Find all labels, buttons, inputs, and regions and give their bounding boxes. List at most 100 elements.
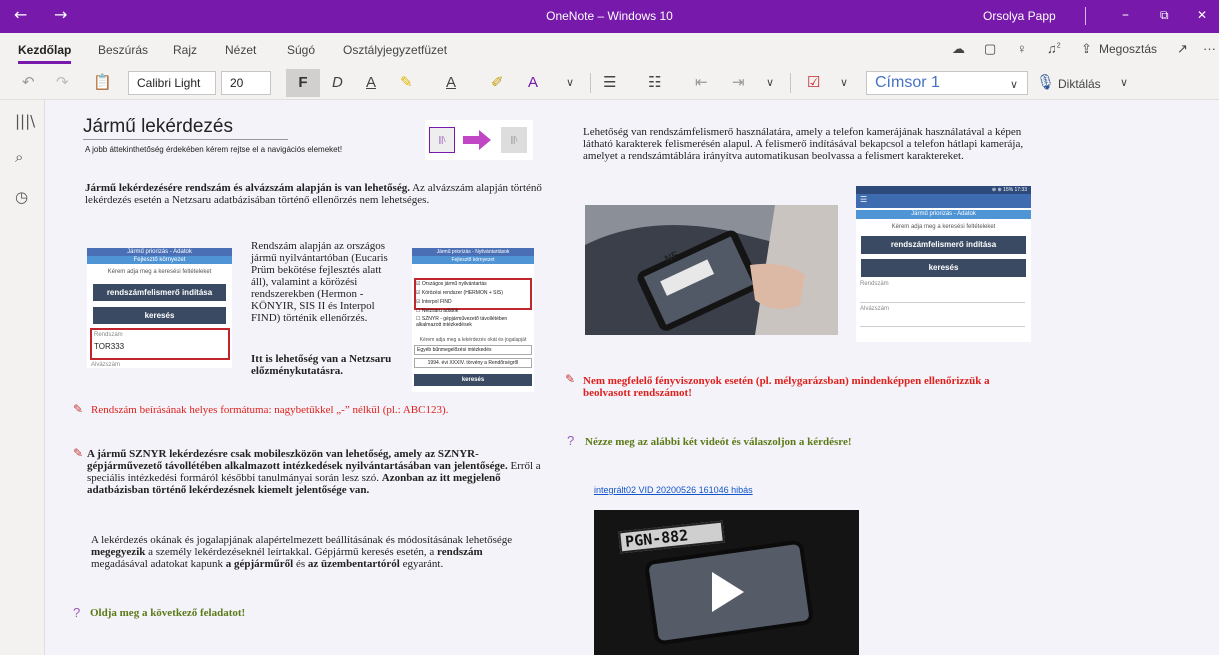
- tab-nezet[interactable]: Nézet: [225, 43, 256, 57]
- text-run: A lekérdezés okának és jogalapjának alap…: [91, 534, 513, 546]
- phone3-field-line-2: [860, 326, 1025, 327]
- phone1-subheader: Fejlesztő környezet: [87, 256, 232, 264]
- play-icon[interactable]: [704, 570, 748, 614]
- video-player[interactable]: PGN-882: [594, 510, 859, 655]
- lightbulb-icon[interactable]: ♀: [1017, 41, 1027, 56]
- redo-icon[interactable]: ↷: [56, 74, 69, 92]
- pencil-icon: ✎: [565, 372, 576, 386]
- recent-icon[interactable]: ◷: [15, 188, 28, 206]
- question-icon: ?: [73, 605, 81, 620]
- expand-icon[interactable]: ↗: [1177, 41, 1188, 57]
- more-icon[interactable]: ···: [1203, 41, 1216, 56]
- phone2-search-button: keresés: [414, 374, 532, 386]
- text-run: a személy lekérdezéseknél leírtakkal. Gé…: [145, 546, 438, 558]
- title-bar: ← → OneNote – Windows 10 Orsolya Papp – …: [0, 0, 1219, 33]
- phone2-subheader: Fejlesztő környezet: [412, 256, 534, 264]
- menu-icon: ☰: [860, 195, 868, 204]
- share-button[interactable]: Megosztás: [1099, 42, 1157, 56]
- title-separator: [1085, 7, 1086, 25]
- phone2-option: ☐ Netzsaru adatok: [416, 308, 459, 314]
- phone3-hint: Kérem adja meg a keresési feltételeket: [891, 224, 996, 230]
- restore-icon[interactable]: ⧉: [1160, 6, 1169, 24]
- phone2-select: Egyéb bűnmegelőzési intézkedés: [414, 345, 532, 355]
- sznyr-bold: A jármű SZNYR lekérdezésre csak mobilesz…: [87, 448, 508, 472]
- user-name[interactable]: Orsolya Papp: [983, 9, 1056, 23]
- phone2-header: Jármű priorizás - Nyilvántartások: [412, 248, 534, 256]
- phone2-option-label: SZNYR - gépjárművezető távollétében alka…: [416, 316, 508, 328]
- task-prompt: Oldja meg a következő feladatot!: [90, 607, 246, 619]
- phone-screenshot-1: Jármű priorizás - Adatok Fejlesztő körny…: [87, 248, 232, 368]
- page-title[interactable]: Jármű lekérdezés: [83, 116, 233, 138]
- toolbar-separator-2: [790, 73, 791, 93]
- phone2-option: ☐ SZNYR - gépjárművezető távollétében al…: [416, 316, 508, 328]
- bullet-list-icon[interactable]: ☰: [603, 74, 616, 92]
- navigation-rail: |||\ ⌕ ◷: [0, 100, 45, 655]
- tab-sugo[interactable]: Súgó: [287, 43, 315, 57]
- phone1-highlight-box: Rendszám TOR333: [90, 328, 230, 360]
- bold-button[interactable]: F: [286, 69, 320, 97]
- format-chevron-icon[interactable]: ∨: [566, 74, 574, 92]
- outdent-icon[interactable]: ⇤: [695, 74, 708, 92]
- phone2-option-label: Országos jármű nyilvántartás: [421, 281, 487, 287]
- phone3-scan-button: rendszámfelismerő indítása: [861, 236, 1026, 254]
- style-selector[interactable]: Címsor 1: [866, 71, 1028, 95]
- list-chevron-icon[interactable]: ∨: [766, 74, 774, 92]
- phone2-option-label: Netzsaru adatok: [421, 308, 459, 314]
- plate-recognizer-paragraph: Lehetőség van rendszámfelismerő használa…: [583, 126, 1024, 162]
- search-icon[interactable]: ⌕: [15, 148, 23, 166]
- minimize-icon[interactable]: –: [1122, 6, 1129, 24]
- phone3-label: Rendszám: [860, 281, 889, 287]
- undo-icon[interactable]: ↶: [22, 74, 35, 92]
- video-plate: PGN-882: [618, 520, 725, 554]
- notebooks-icon[interactable]: |||\: [15, 112, 35, 130]
- phone3-field-line: [860, 302, 1025, 303]
- microphone-icon[interactable]: 🎙: [1036, 74, 1055, 92]
- tab-rajz[interactable]: Rajz: [173, 43, 197, 57]
- sync-icon[interactable]: ☁: [952, 41, 965, 57]
- font-color-button[interactable]: A: [446, 74, 456, 92]
- pencil-icon: ✎: [73, 446, 84, 460]
- phone-screenshot-3: ⊕ ⊕ 15% 17:33 ☰ Jármű priorizás - Adatok…: [856, 186, 1031, 342]
- camera-photo: NF: [585, 205, 838, 335]
- share-icon[interactable]: ⇪: [1081, 41, 1092, 57]
- font-name-input[interactable]: Calibri Light: [128, 71, 216, 95]
- video-link[interactable]: integrált02 VID 20200526 161046 hibás: [594, 485, 753, 495]
- font-size-input[interactable]: 20: [221, 71, 271, 95]
- toolbar-separator: [590, 73, 591, 93]
- tab-kezdolap[interactable]: Kezdőlap: [18, 43, 72, 64]
- clear-format-icon[interactable]: A: [528, 74, 538, 92]
- indent-icon[interactable]: ⇥: [732, 74, 745, 92]
- phone1-label: Rendszám: [94, 332, 123, 338]
- tab-osztalyjegyzetfuzet[interactable]: Osztályjegyzetfüzet: [343, 43, 447, 57]
- close-icon[interactable]: ✕: [1197, 6, 1207, 24]
- style-chevron-icon[interactable]: ∨: [1010, 76, 1018, 94]
- dictation-chevron-icon[interactable]: ∨: [1120, 74, 1128, 92]
- pencil-icon: ✎: [73, 402, 84, 416]
- bell-icon[interactable]: ♫2: [1047, 41, 1061, 56]
- page-view-icon[interactable]: ▢: [984, 41, 996, 57]
- notebooks-icon-grey: |||\: [501, 127, 527, 153]
- tag-chevron-icon[interactable]: ∨: [840, 74, 848, 92]
- tag-checkbox-icon[interactable]: ☑: [807, 74, 820, 92]
- phone2-option: ☑ Országos jármű nyilvántartás: [416, 281, 487, 287]
- phone1-value: TOR333: [94, 342, 125, 351]
- tab-beszuras[interactable]: Beszúrás: [98, 43, 148, 57]
- camera-photo-art: [585, 205, 838, 335]
- text-run-bold: megegyezik: [91, 546, 146, 558]
- numbered-list-icon[interactable]: ☷: [648, 74, 661, 92]
- clipboard-icon[interactable]: 📋: [93, 74, 112, 92]
- format-painter-icon[interactable]: ✐: [491, 74, 504, 92]
- dictation-button[interactable]: Diktálás: [1058, 75, 1101, 93]
- highlight-icon[interactable]: ✎: [400, 74, 413, 92]
- title-underline: [83, 139, 288, 140]
- mid-paragraph: Rendszám alapján az országos jármű nyilv…: [251, 240, 388, 324]
- phone2-option-label: Interpol FIND: [421, 299, 452, 305]
- italic-button[interactable]: D: [332, 74, 343, 92]
- mid-bold-paragraph: Itt is lehetőség van a Netzsaru előzmény…: [251, 353, 392, 377]
- phone-screenshot-2: Jármű priorizás - Nyilvántartások Fejles…: [412, 248, 534, 392]
- underline-button[interactable]: A: [366, 74, 376, 92]
- phone1-hint: Kérem adja meg a keresési feltételeket: [107, 269, 212, 275]
- phone2-reason: Kérem adja meg a lekérdezés okát és joga…: [419, 337, 527, 343]
- intro-bold: Jármű lekérdezésére rendszám és alvázszá…: [85, 182, 410, 194]
- toolbar: ↶ ↷ 📋 Calibri Light 20 F D A ✎ A ✐ A ∨ ☰…: [0, 66, 1219, 100]
